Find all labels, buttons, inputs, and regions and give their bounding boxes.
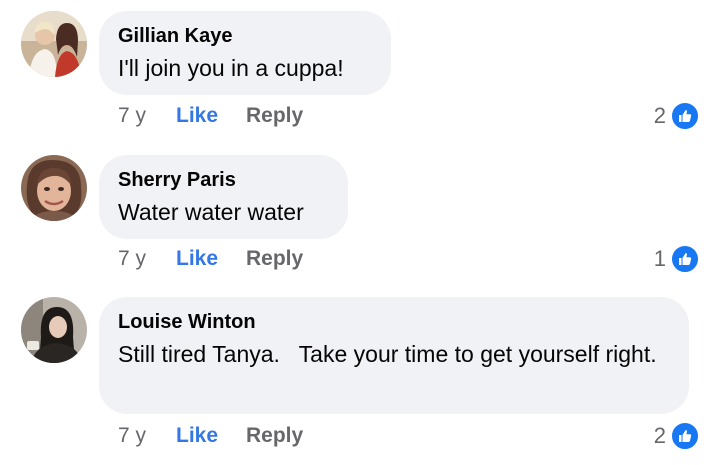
- comment-author[interactable]: Sherry Paris: [118, 168, 328, 192]
- comment-text: Still tired Tanya. Take your time to get…: [118, 341, 657, 367]
- comment-bubble: Sherry Paris Water water water: [99, 155, 348, 239]
- reply-button[interactable]: Reply: [246, 421, 303, 451]
- like-button[interactable]: Like: [176, 101, 218, 131]
- like-button[interactable]: Like: [176, 421, 218, 451]
- avatar[interactable]: [21, 155, 87, 221]
- comment-bubble: Louise Winton Still tired Tanya. Take yo…: [99, 297, 689, 414]
- avatar[interactable]: [21, 297, 87, 363]
- reaction-count: 1: [653, 246, 666, 271]
- reply-button[interactable]: Reply: [246, 244, 303, 274]
- comment-author[interactable]: Gillian Kaye: [118, 24, 371, 48]
- like-button[interactable]: Like: [176, 244, 218, 274]
- reaction-count: 2: [653, 423, 666, 448]
- comment-author[interactable]: Louise Winton: [118, 310, 669, 334]
- reaction-summary[interactable]: 2: [654, 421, 700, 451]
- reaction-summary[interactable]: 1: [654, 244, 700, 274]
- reaction-summary[interactable]: 2: [654, 101, 700, 131]
- thumbs-up-icon: [670, 101, 700, 131]
- comment-text: Water water water: [118, 199, 304, 225]
- comment-timestamp[interactable]: 7 y: [118, 101, 146, 131]
- comment-text: I'll join you in a cuppa!: [118, 55, 344, 81]
- reply-button[interactable]: Reply: [246, 101, 303, 131]
- thumbs-up-icon: [670, 244, 700, 274]
- reaction-count: 2: [653, 103, 666, 128]
- comment-timestamp[interactable]: 7 y: [118, 244, 146, 274]
- avatar[interactable]: [21, 11, 87, 77]
- comment-timestamp[interactable]: 7 y: [118, 421, 146, 451]
- comment-bubble: Gillian Kaye I'll join you in a cuppa!: [99, 11, 391, 95]
- thumbs-up-icon: [670, 421, 700, 451]
